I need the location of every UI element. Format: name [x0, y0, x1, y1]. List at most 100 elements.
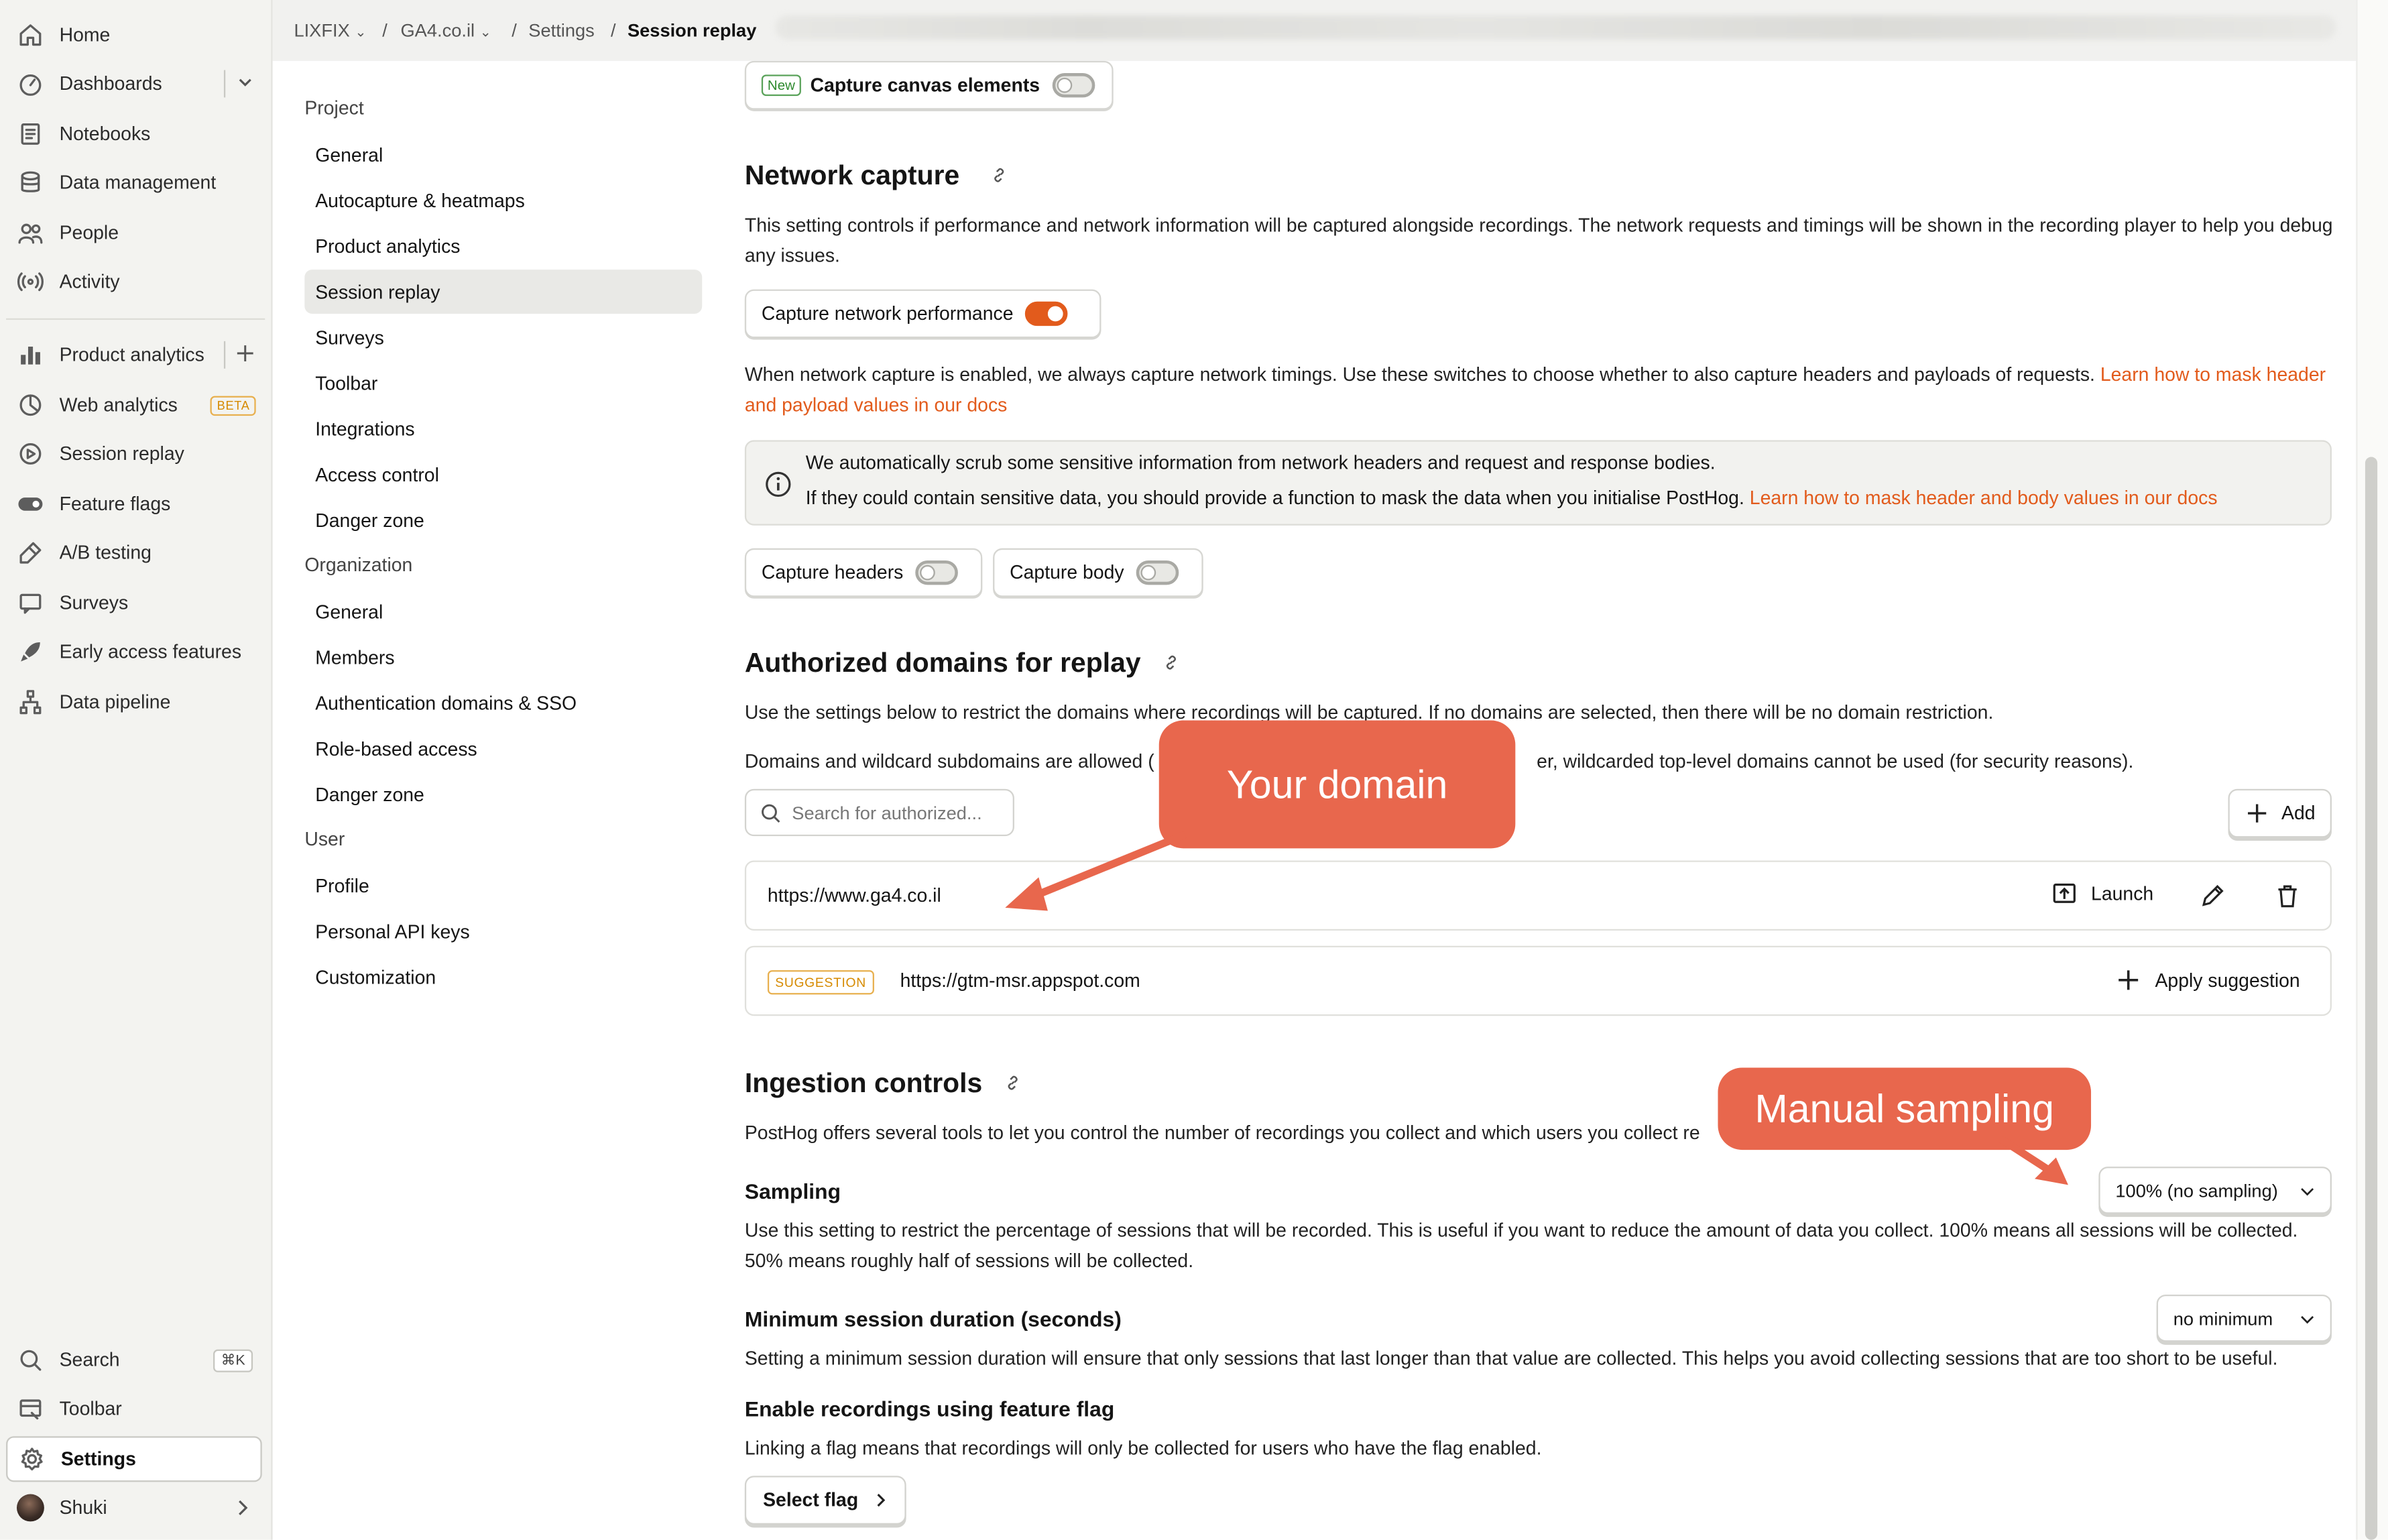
authorized-domains-description: Use the settings below to restrict the d… [744, 702, 1994, 724]
settings-access-control[interactable]: Access control [315, 453, 702, 497]
nav-activity[interactable]: Activity [6, 259, 262, 304]
nav-toolbar[interactable]: Toolbar [6, 1386, 262, 1431]
plus-icon[interactable] [235, 343, 256, 364]
capture-network-performance-card[interactable]: Capture network performance [744, 289, 1101, 339]
info-icon [766, 471, 791, 497]
new-badge: New [761, 74, 801, 97]
nav-data-pipeline[interactable]: Data pipeline [6, 679, 262, 725]
nav-dashboards[interactable]: Dashboards [6, 61, 262, 107]
settings-integrations[interactable]: Integrations [315, 407, 702, 451]
capture-body-label: Capture body [1010, 562, 1124, 584]
nav-session-replay[interactable]: Session replay [6, 431, 262, 477]
nav-notebooks[interactable]: Notebooks [6, 111, 262, 157]
nav-settings-label: Settings [60, 1448, 136, 1470]
settings-session-replay[interactable]: Session replay [304, 270, 703, 314]
top-bar: LIXFIX ⌄ / GA4.co.il ⌄ / Settings / Sess… [272, 0, 2356, 61]
wildcard-text-left: Domains and wildcard subdomains are allo… [744, 750, 1154, 772]
project-heading: Project [304, 97, 364, 119]
organization-heading: Organization [304, 554, 413, 576]
network-timings-body: When network capture is enabled, we alwa… [744, 363, 2095, 386]
link-icon[interactable] [1162, 654, 1180, 672]
mask-header-docs-link[interactable]: Learn how to mask header and body values… [1750, 487, 2218, 509]
settings-profile[interactable]: Profile [315, 864, 702, 908]
settings-org-danger-zone[interactable]: Danger zone [315, 772, 702, 817]
breadcrumb-current: Session replay [627, 19, 757, 42]
nav-ab-testing[interactable]: A/B testing [6, 530, 262, 576]
pencil-icon[interactable] [2199, 882, 2226, 909]
nav-settings[interactable]: Settings [6, 1436, 262, 1482]
toolbar-icon [15, 1394, 46, 1424]
search-icon [15, 1345, 46, 1375]
settings-auth-domains[interactable]: Authentication domains & SSO [315, 680, 702, 725]
scrollbar[interactable] [2356, 0, 2388, 1540]
settings-org-general[interactable]: General [315, 589, 702, 634]
sampling-select[interactable]: 100% (no sampling) [2098, 1167, 2332, 1214]
settings-autocapture[interactable]: Autocapture & heatmaps [315, 178, 702, 223]
nav-people[interactable]: People [6, 210, 262, 255]
nav-ab-testing-label: A/B testing [59, 542, 152, 564]
nav-surveys-label: Surveys [59, 592, 129, 614]
settings-personal-api-keys[interactable]: Personal API keys [315, 909, 702, 953]
link-icon[interactable] [990, 166, 1008, 184]
blurred-banner [775, 15, 2336, 40]
wildcard-text-right: er, wildcarded top-level domains cannot … [1537, 750, 2134, 772]
search-placeholder: Search for authorized... [792, 802, 982, 823]
settings-members[interactable]: Members [315, 635, 702, 679]
nav-surveys[interactable]: Surveys [6, 581, 262, 626]
feature-flag-description: Linking a flag means that recordings wil… [744, 1437, 1542, 1460]
breadcrumb-settings[interactable]: Settings [528, 20, 594, 42]
capture-network-performance-toggle[interactable] [1025, 301, 1069, 327]
capture-body-toggle[interactable] [1136, 560, 1179, 585]
settings-role-based-access[interactable]: Role-based access [315, 727, 702, 771]
nav-home[interactable]: Home [6, 12, 262, 58]
scrollbar-thumb[interactable] [2365, 457, 2378, 1540]
apply-suggestion-label: Apply suggestion [2155, 969, 2300, 991]
trash-icon[interactable] [2274, 882, 2302, 909]
settings-customization[interactable]: Customization [315, 955, 702, 999]
authorized-domain-url: https://www.ga4.co.il [767, 884, 941, 906]
play-icon [15, 438, 46, 469]
capture-body-card[interactable]: Capture body [993, 548, 1203, 597]
nav-data-management[interactable]: Data management [6, 160, 262, 206]
chevron-down-icon [2301, 1188, 2314, 1196]
capture-canvas-card[interactable]: New Capture canvas elements [744, 60, 1114, 110]
settings-project-danger-zone[interactable]: Danger zone [315, 498, 702, 542]
nav-user[interactable]: Shuki [6, 1485, 262, 1531]
select-flag-button[interactable]: Select flag [744, 1476, 906, 1525]
add-domain-button[interactable]: Add [2228, 788, 2332, 838]
min-duration-value: no minimum [2173, 1307, 2273, 1329]
scrub-info-line2: If they could contain sensitive data, yo… [806, 487, 2218, 509]
search-icon [762, 803, 780, 822]
nav-early-access[interactable]: Early access features [6, 629, 262, 674]
nav-search[interactable]: Search ⌘K [6, 1338, 262, 1383]
settings-surveys[interactable]: Surveys [315, 315, 702, 359]
settings-toolbar[interactable]: Toolbar [315, 361, 702, 405]
activity-icon [15, 267, 46, 297]
database-icon [15, 168, 46, 198]
capture-headers-toggle[interactable] [915, 560, 959, 585]
authorized-domain-row: https://www.ga4.co.il Launch [744, 860, 2332, 931]
breadcrumb-separator: / [382, 19, 387, 42]
divider [6, 318, 265, 320]
nav-product-analytics[interactable]: Product analytics [6, 332, 262, 377]
chevron-down-icon[interactable] [235, 72, 256, 93]
apply-suggestion-button[interactable]: Apply suggestion [2115, 967, 2300, 994]
sampling-description: Use this setting to restrict the percent… [744, 1220, 2298, 1271]
breadcrumb-org[interactable]: LIXFIX ⌄ [294, 20, 366, 42]
sampling-value: 100% (no sampling) [2115, 1179, 2278, 1201]
settings-project-general[interactable]: General [315, 133, 702, 177]
capture-headers-card[interactable]: Capture headers [744, 548, 983, 597]
nav-feature-flags[interactable]: Feature flags [6, 481, 262, 527]
nav-web-analytics[interactable]: Web analytics BETA [6, 382, 262, 428]
breadcrumb-project[interactable]: GA4.co.il ⌄ [400, 20, 491, 42]
min-duration-description: Setting a minimum session duration will … [744, 1348, 2278, 1370]
breadcrumb-separator: / [512, 19, 517, 42]
network-capture-description: This setting controls if performance and… [744, 215, 2333, 266]
link-icon[interactable] [1004, 1074, 1022, 1092]
launch-button[interactable]: Launch [2051, 880, 2153, 906]
min-duration-select[interactable]: no minimum [2156, 1294, 2332, 1342]
chevron-down-icon [2301, 1315, 2314, 1324]
settings-product-analytics[interactable]: Product analytics [315, 224, 702, 268]
capture-canvas-toggle[interactable] [1052, 73, 1095, 98]
search-authorized-domains-input[interactable]: Search for authorized... [744, 788, 1014, 837]
